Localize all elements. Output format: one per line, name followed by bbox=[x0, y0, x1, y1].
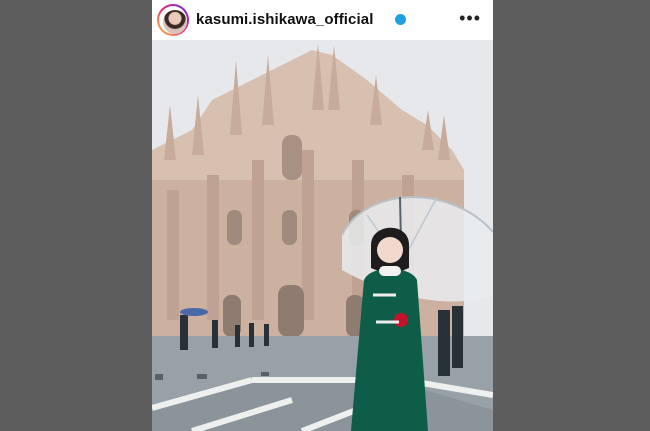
avatar-image bbox=[163, 10, 187, 34]
instagram-post: kasumi.ishikawa_official ••• bbox=[152, 0, 493, 431]
more-options-icon[interactable]: ••• bbox=[459, 8, 481, 29]
right-background bbox=[493, 0, 650, 431]
verified-badge-icon bbox=[395, 14, 406, 25]
avatar-border bbox=[159, 6, 187, 34]
post-header: kasumi.ishikawa_official ••• bbox=[152, 0, 493, 40]
username-link[interactable]: kasumi.ishikawa_official bbox=[196, 11, 373, 28]
avatar[interactable] bbox=[157, 4, 189, 36]
left-background bbox=[0, 0, 152, 431]
post-image[interactable] bbox=[152, 40, 493, 431]
